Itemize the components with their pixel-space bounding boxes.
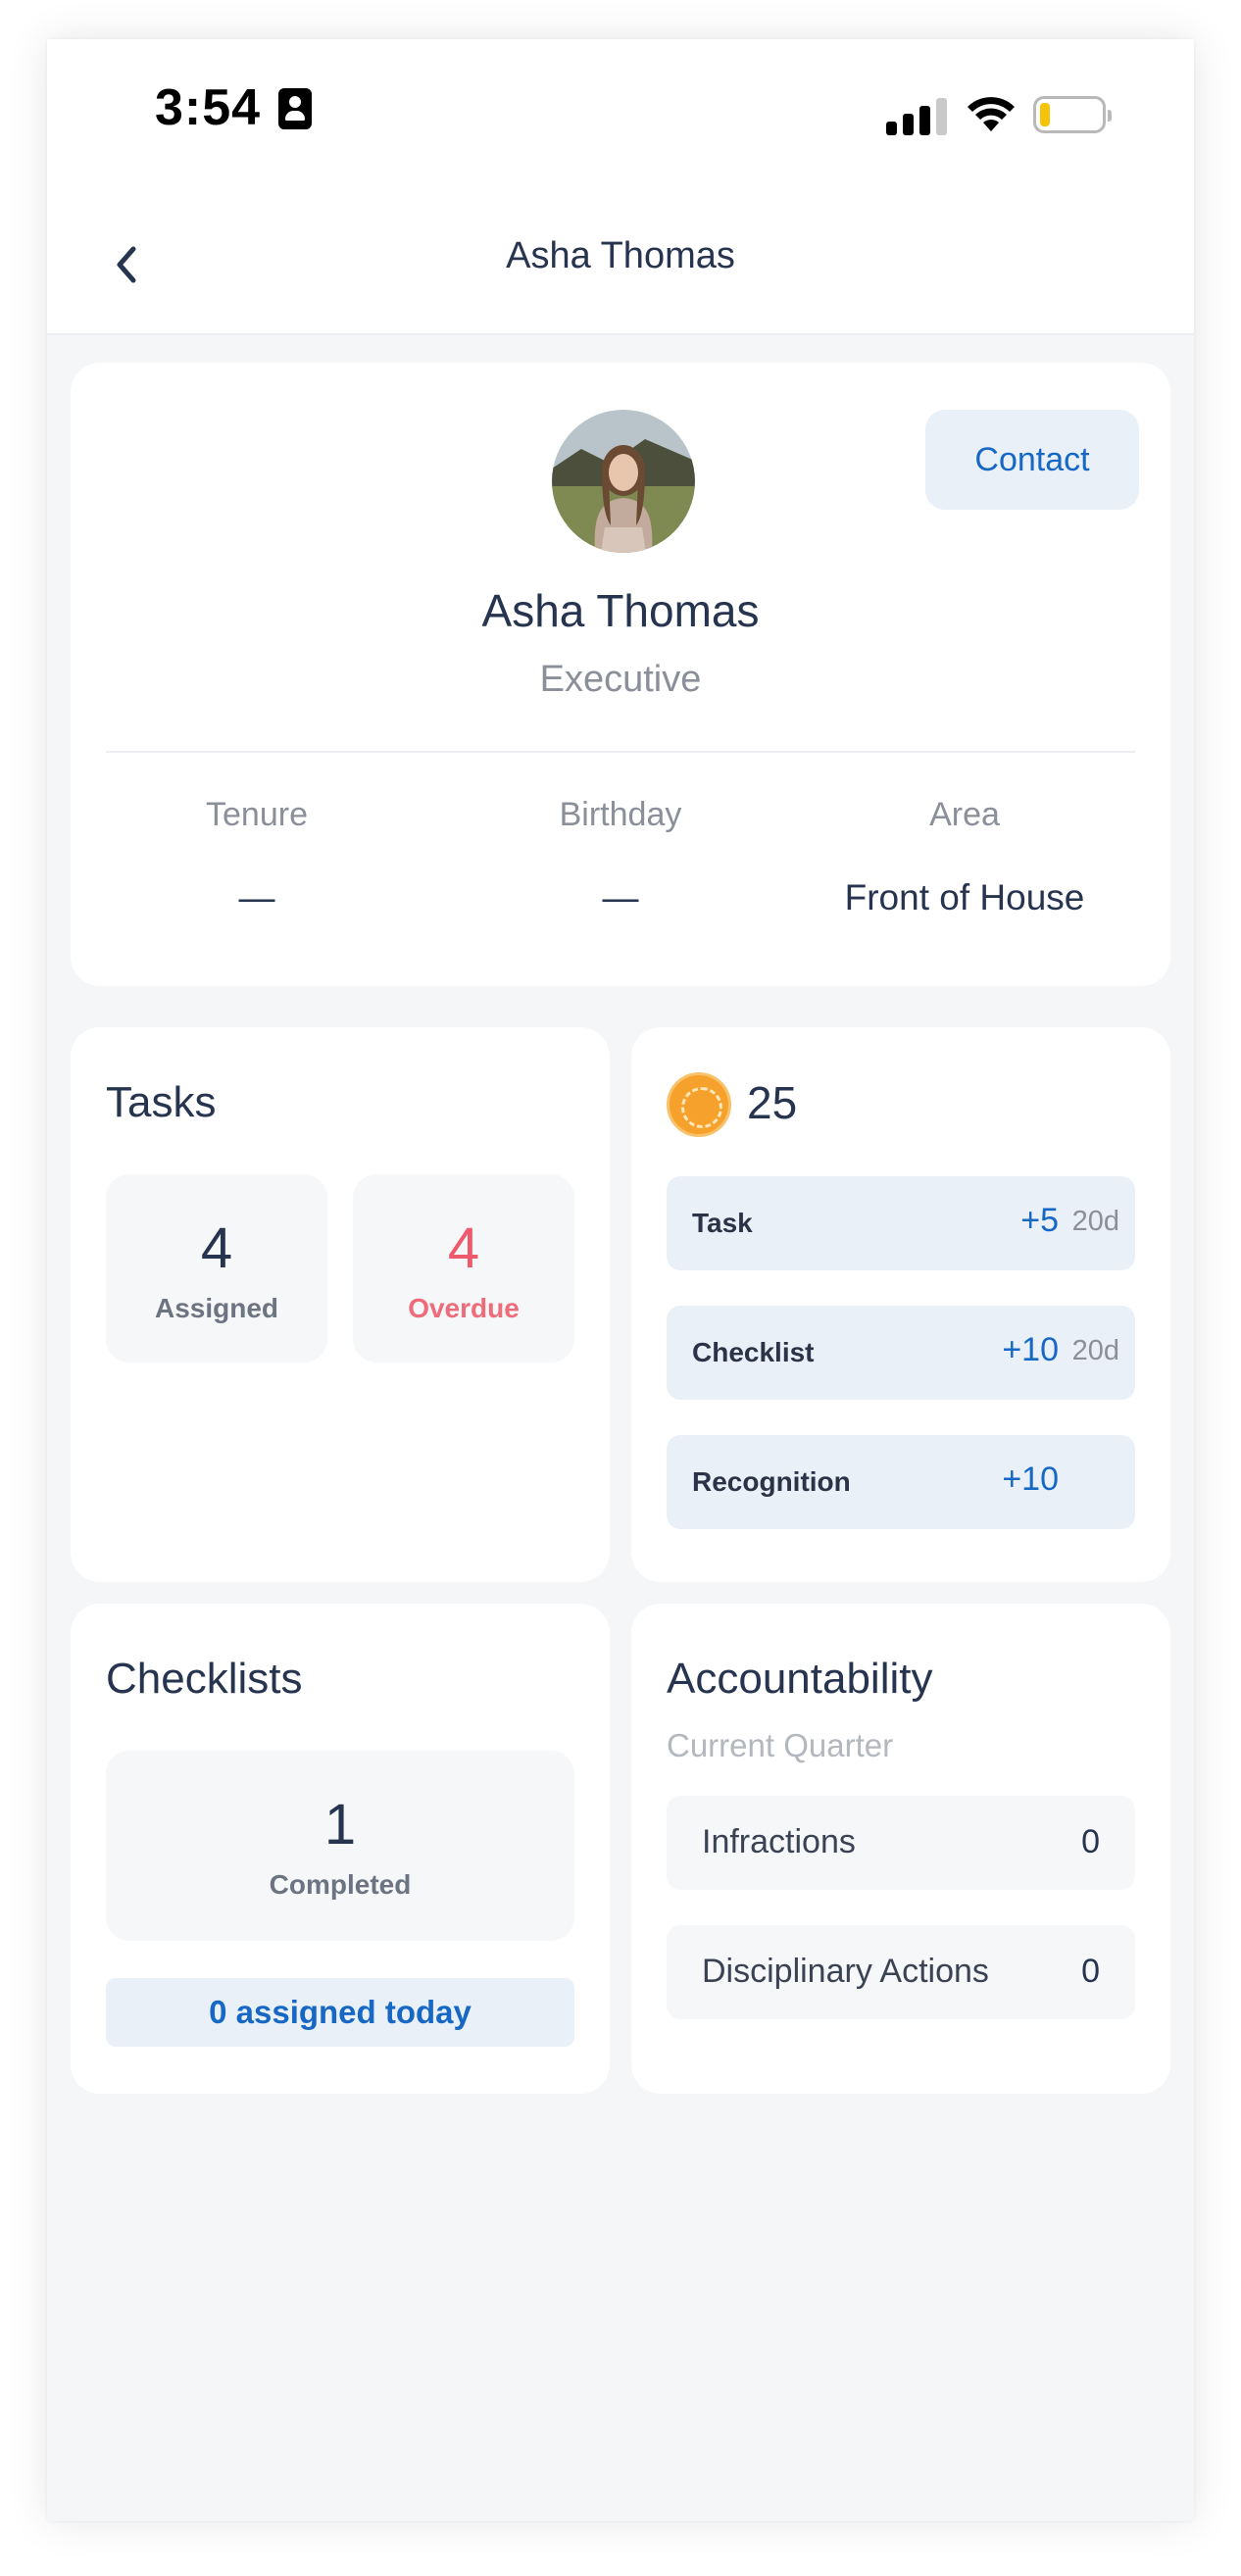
nav-header: Asha Thomas [47, 196, 1194, 335]
profile-photo [552, 410, 695, 553]
contact-card-icon [278, 88, 312, 129]
assigned-today-badge: 0 assigned today [106, 1978, 574, 2047]
overdue-count: 4 [447, 1216, 480, 1280]
checklists-card[interactable]: Checklists 1 Completed 0 assigned today [71, 1604, 610, 2094]
row-value: 0 [1081, 1953, 1100, 1990]
points-row: Recognition +10 [667, 1435, 1135, 1529]
points-age: 20d [1071, 1206, 1119, 1237]
battery-icon [1033, 96, 1112, 133]
disciplinary-actions-row[interactable]: Disciplinary Actions 0 [667, 1925, 1135, 2019]
infractions-row[interactable]: Infractions 0 [667, 1796, 1135, 1890]
assigned-tasks-tile[interactable]: 4 Assigned [106, 1174, 327, 1362]
points-value: +10 [1002, 1461, 1059, 1498]
points-row: Task +5 20d [667, 1176, 1135, 1270]
divider [106, 751, 1135, 753]
row-value: 0 [1081, 1823, 1100, 1860]
status-time: 3:54 [155, 79, 262, 136]
points-coin-icon [667, 1072, 731, 1137]
app-screen: 3:54 Asha Thomas Contact Asha Thomas Exe… [47, 39, 1194, 2521]
points-total: 25 [747, 1077, 798, 1128]
stat-label: Birthday [559, 796, 682, 833]
checklists-title: Checklists [106, 1655, 303, 1703]
accountability-title: Accountability [667, 1655, 933, 1703]
row-label: Infractions [702, 1823, 856, 1860]
avatar[interactable] [552, 410, 695, 553]
stat-value: — [602, 877, 639, 917]
completed-label: Completed [269, 1869, 412, 1900]
points-source: Recognition [692, 1466, 851, 1497]
points-age: 20d [1071, 1335, 1119, 1366]
stat-tenure: Tenure — [90, 796, 423, 918]
points-source: Task [692, 1208, 753, 1238]
completed-count: 1 [323, 1793, 357, 1857]
stat-label: Area [929, 796, 1000, 833]
stat-label: Tenure [206, 796, 308, 833]
stat-area: Area Front of House [798, 796, 1131, 918]
overdue-tasks-tile[interactable]: 4 Overdue [353, 1174, 574, 1362]
cellular-signal-icon [886, 96, 949, 135]
points-card[interactable]: 25 Task +5 20d Checklist +10 20d Recogni… [631, 1027, 1170, 1582]
overdue-label: Overdue [408, 1293, 520, 1323]
points-source: Checklist [692, 1337, 815, 1367]
profile-card: Contact Asha Thomas Executive Tenure — B… [71, 363, 1170, 986]
assigned-label: Assigned [154, 1293, 279, 1323]
stat-value: Front of House [844, 877, 1085, 917]
row-label: Disciplinary Actions [702, 1953, 989, 1990]
contact-button[interactable]: Contact [925, 410, 1139, 510]
employee-name: Asha Thomas [481, 585, 760, 636]
status-bar: 3:54 [47, 39, 1194, 196]
points-row: Checklist +10 20d [667, 1306, 1135, 1400]
assigned-count: 4 [200, 1216, 233, 1280]
stat-birthday: Birthday — [454, 796, 787, 918]
points-value: +5 [1020, 1202, 1059, 1239]
stat-value: — [238, 877, 275, 917]
accountability-subtitle: Current Quarter [667, 1727, 894, 1763]
points-value: +10 [1002, 1331, 1059, 1368]
wifi-icon [968, 97, 1015, 131]
completed-checklists-tile[interactable]: 1 Completed [106, 1751, 574, 1941]
employee-role: Executive [539, 659, 702, 700]
tasks-title: Tasks [106, 1078, 217, 1126]
page-title: Asha Thomas [506, 235, 735, 276]
tasks-card[interactable]: Tasks 4 Assigned 4 Overdue [71, 1027, 610, 1582]
accountability-card[interactable]: Accountability Current Quarter Infractio… [631, 1604, 1170, 2094]
